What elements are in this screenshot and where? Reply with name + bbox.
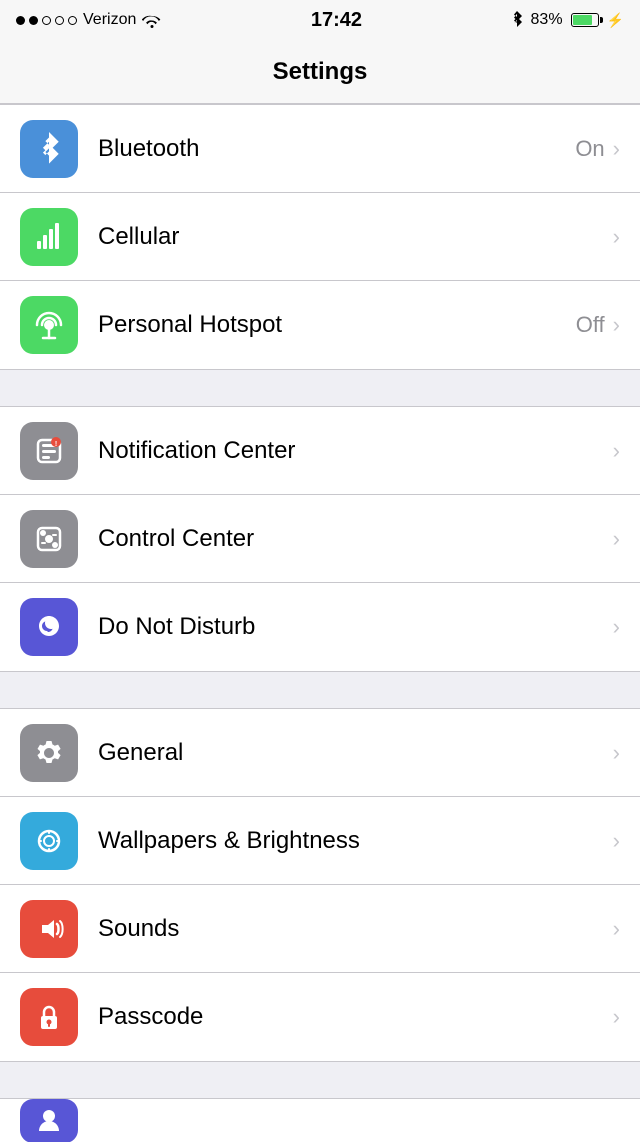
partial-icon bbox=[20, 1099, 78, 1142]
wallpapers-label: Wallpapers & Brightness bbox=[98, 827, 613, 855]
notification-center-chevron: › bbox=[613, 438, 620, 464]
status-right: 83% ⚡ bbox=[511, 11, 624, 29]
notification-center-row[interactable]: ! Notification Center › bbox=[0, 407, 640, 495]
svg-text:!: ! bbox=[55, 441, 57, 448]
sounds-row[interactable]: Sounds › bbox=[0, 885, 640, 973]
wallpapers-row[interactable]: Wallpapers & Brightness › bbox=[0, 797, 640, 885]
passcode-row[interactable]: Passcode › bbox=[0, 973, 640, 1061]
bluetooth-label: Bluetooth bbox=[98, 135, 575, 163]
sounds-chevron: › bbox=[613, 916, 620, 942]
cellular-chevron: › bbox=[613, 224, 620, 250]
general-chevron: › bbox=[613, 740, 620, 766]
do-not-disturb-icon bbox=[20, 598, 78, 656]
cellular-label: Cellular bbox=[98, 223, 613, 251]
sounds-label: Sounds bbox=[98, 915, 613, 943]
status-left: Verizon bbox=[16, 11, 162, 29]
bluetooth-chevron: › bbox=[613, 136, 620, 162]
sounds-icon bbox=[20, 900, 78, 958]
dot-1 bbox=[16, 16, 25, 25]
settings-group-main: General › Wallpapers & Brightness › bbox=[0, 708, 640, 1062]
bluetooth-icon bbox=[20, 120, 78, 178]
bluetooth-status-icon bbox=[511, 11, 523, 29]
status-time: 17:42 bbox=[311, 9, 362, 32]
dot-3 bbox=[42, 16, 51, 25]
cellular-row[interactable]: Cellular › bbox=[0, 193, 640, 281]
hotspot-value: Off bbox=[576, 312, 605, 338]
control-center-row[interactable]: Control Center › bbox=[0, 495, 640, 583]
do-not-disturb-chevron: › bbox=[613, 614, 620, 640]
wallpapers-icon bbox=[20, 812, 78, 870]
section-gap-2 bbox=[0, 672, 640, 708]
carrier-label: Verizon bbox=[83, 11, 136, 29]
wifi-icon bbox=[142, 12, 162, 28]
dot-2 bbox=[29, 16, 38, 25]
control-center-label: Control Center bbox=[98, 525, 613, 553]
control-center-chevron: › bbox=[613, 526, 620, 552]
notification-center-label: Notification Center bbox=[98, 437, 613, 465]
signal-dots bbox=[16, 16, 77, 25]
wallpapers-chevron: › bbox=[613, 828, 620, 854]
notification-center-icon: ! bbox=[20, 422, 78, 480]
general-icon bbox=[20, 724, 78, 782]
hotspot-chevron: › bbox=[613, 312, 620, 338]
battery-icon bbox=[571, 13, 599, 27]
general-label: General bbox=[98, 739, 613, 767]
passcode-icon bbox=[20, 988, 78, 1046]
battery-container bbox=[571, 13, 599, 27]
passcode-label: Passcode bbox=[98, 1003, 613, 1031]
nav-bar: Settings bbox=[0, 40, 640, 104]
settings-group-controls: ! Notification Center › Control Center › bbox=[0, 406, 640, 672]
battery-fill bbox=[573, 15, 593, 25]
partial-row-hint bbox=[0, 1098, 640, 1142]
hotspot-icon bbox=[20, 296, 78, 354]
bluetooth-value: On bbox=[575, 136, 604, 162]
dot-5 bbox=[68, 16, 77, 25]
charging-icon: ⚡ bbox=[607, 12, 624, 29]
dot-4 bbox=[55, 16, 64, 25]
cellular-icon bbox=[20, 208, 78, 266]
status-bar: Verizon 17:42 83% ⚡ bbox=[0, 0, 640, 40]
bottom-gap bbox=[0, 1062, 640, 1098]
passcode-chevron: › bbox=[613, 1004, 620, 1030]
settings-group-connectivity: Bluetooth On › Cellular › Perso bbox=[0, 104, 640, 370]
nav-title: Settings bbox=[273, 58, 368, 86]
hotspot-row[interactable]: Personal Hotspot Off › bbox=[0, 281, 640, 369]
control-center-icon bbox=[20, 510, 78, 568]
battery-percent: 83% bbox=[531, 11, 563, 29]
general-row[interactable]: General › bbox=[0, 709, 640, 797]
bluetooth-row[interactable]: Bluetooth On › bbox=[0, 105, 640, 193]
hotspot-label: Personal Hotspot bbox=[98, 311, 576, 339]
section-gap-1 bbox=[0, 370, 640, 406]
do-not-disturb-label: Do Not Disturb bbox=[98, 613, 613, 641]
do-not-disturb-row[interactable]: Do Not Disturb › bbox=[0, 583, 640, 671]
